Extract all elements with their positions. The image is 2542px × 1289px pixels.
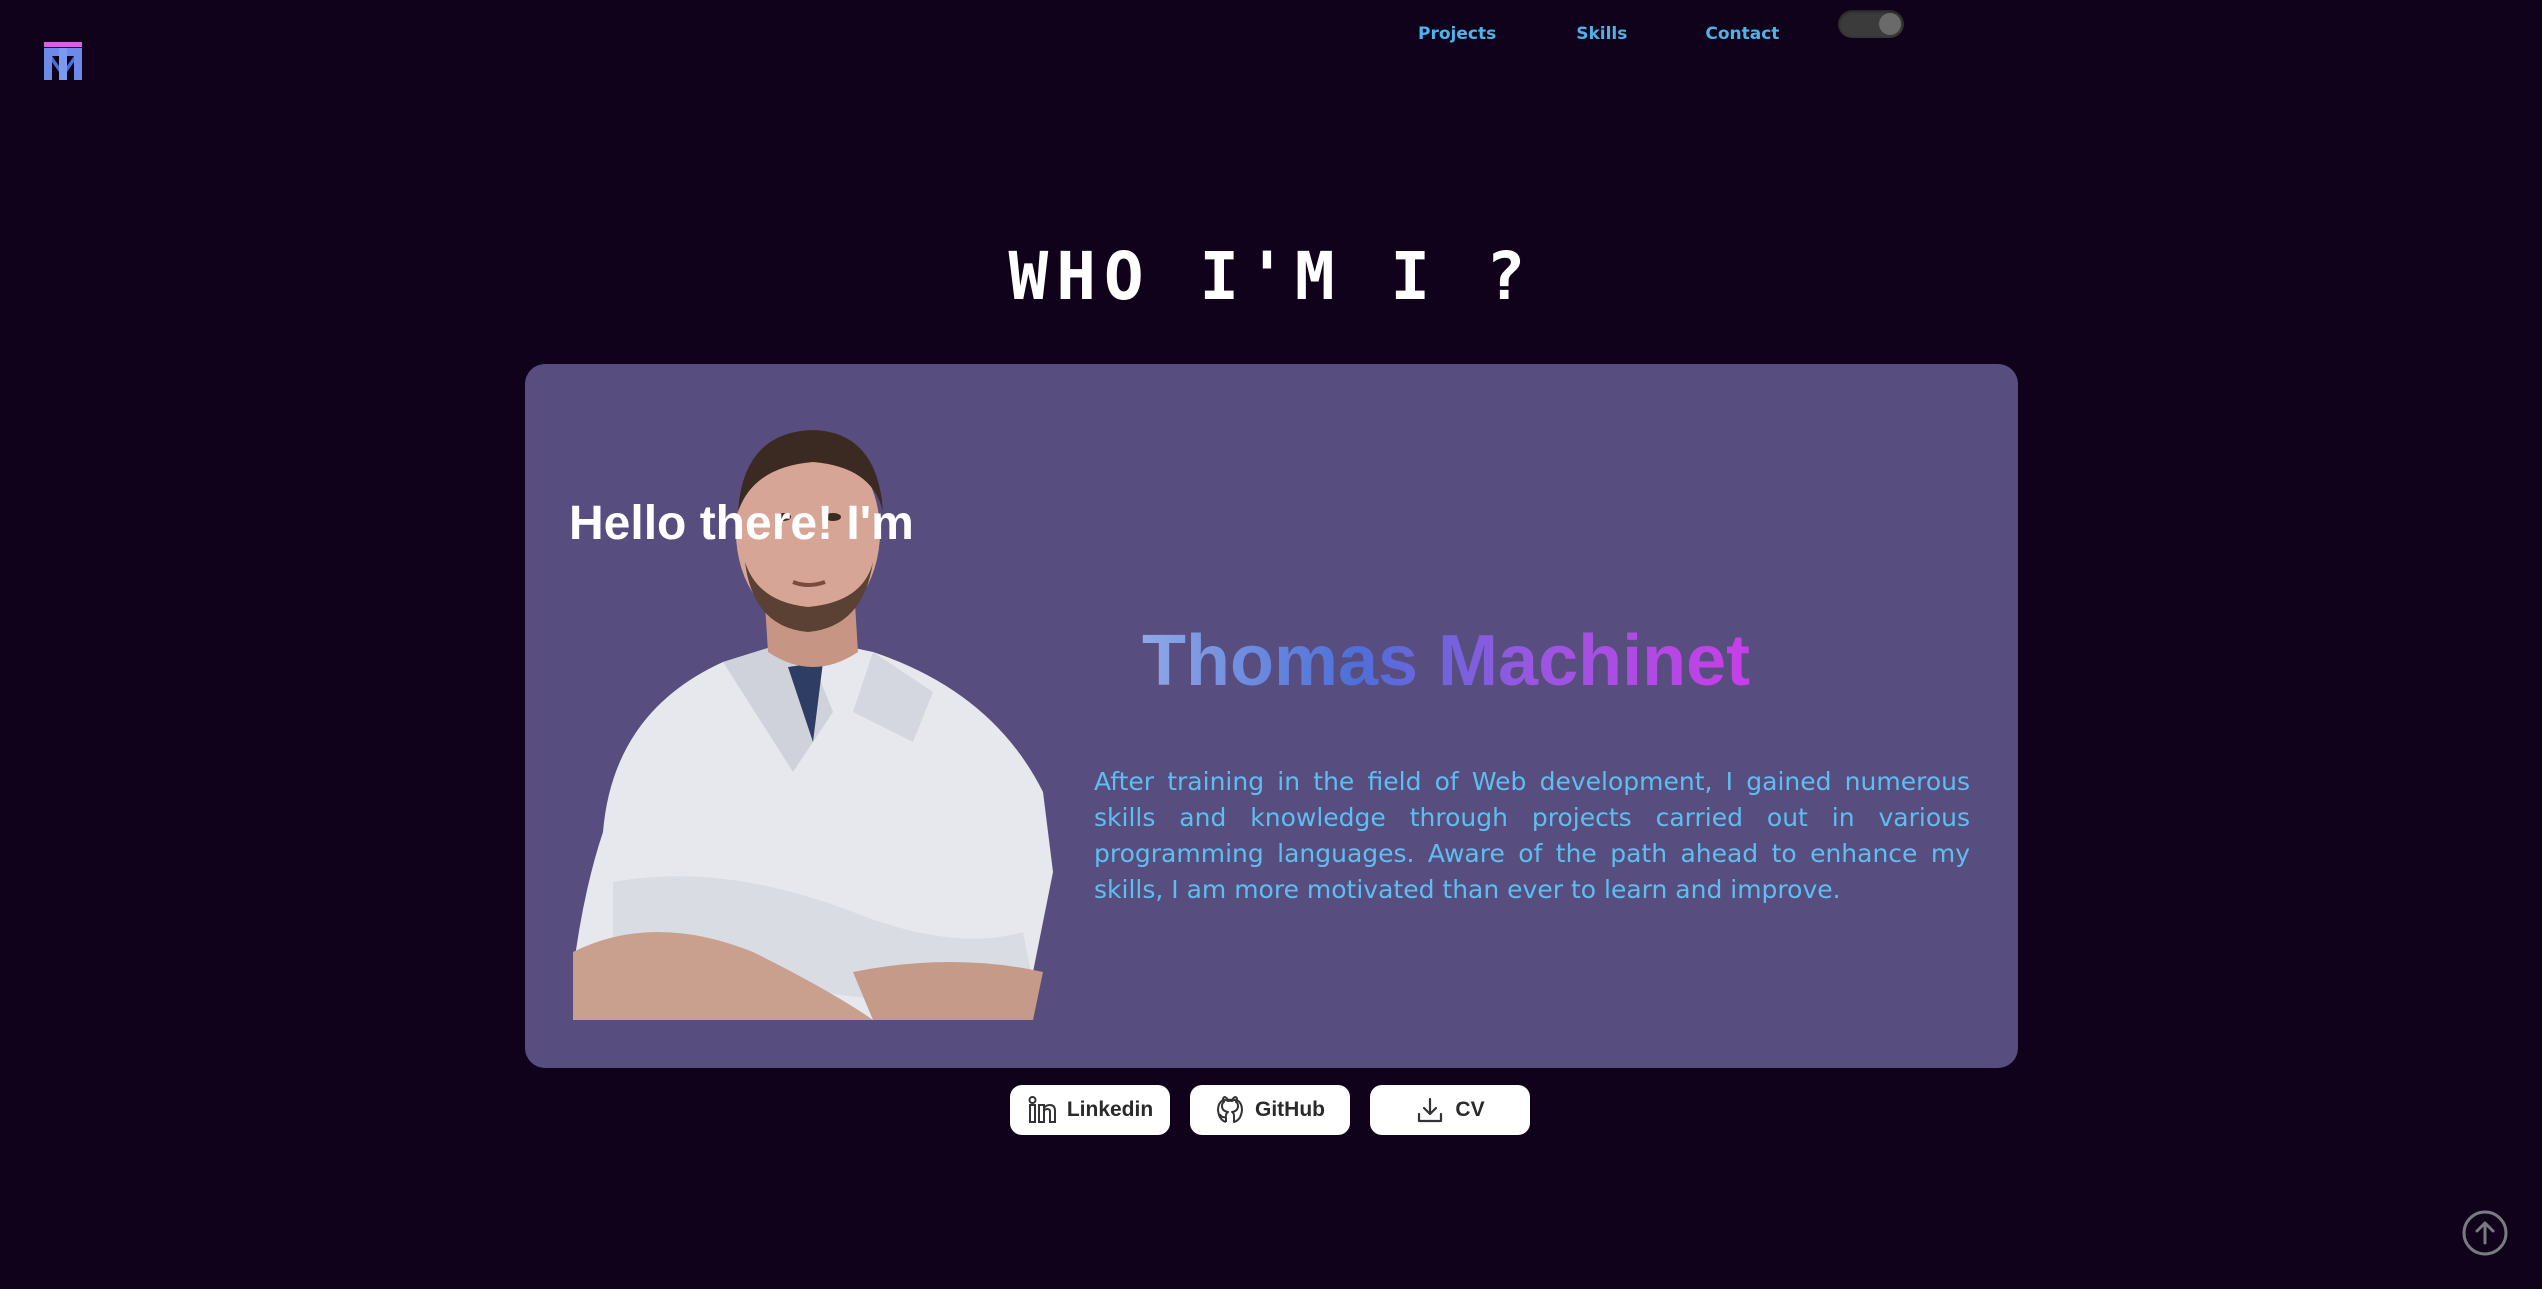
toggle-knob xyxy=(1879,13,1901,35)
social-links: Linkedin GitHub CV xyxy=(1010,1085,1550,1135)
main-nav: Projects Skills Contact xyxy=(1418,24,1859,44)
nav-contact-link[interactable]: Contact xyxy=(1705,24,1779,44)
cv-label: CV xyxy=(1455,1098,1485,1121)
greeting-heading: Hello there! I'm xyxy=(569,497,914,550)
cv-download-button[interactable]: CV xyxy=(1370,1085,1530,1135)
github-button[interactable]: GitHub xyxy=(1190,1085,1350,1135)
download-icon xyxy=(1418,1097,1443,1123)
linkedin-button[interactable]: Linkedin xyxy=(1010,1085,1170,1135)
linkedin-label: Linkedin xyxy=(1066,1098,1154,1121)
theme-toggle[interactable] xyxy=(1838,10,1904,38)
profile-name: Thomas Machinet xyxy=(1142,621,1751,701)
linkedin-icon xyxy=(1028,1096,1056,1123)
nav-projects-link[interactable]: Projects xyxy=(1418,24,1496,44)
section-title: WHO I'M I ? xyxy=(1008,238,1534,315)
nav-skills-link[interactable]: Skills xyxy=(1576,24,1627,44)
github-label: GitHub xyxy=(1255,1098,1325,1121)
about-card xyxy=(525,364,2018,1068)
profile-bio: After training in the field of Web devel… xyxy=(1094,767,1970,904)
arrow-up-icon xyxy=(2462,1210,2508,1256)
logo-icon[interactable] xyxy=(42,42,86,82)
scroll-to-top-button[interactable] xyxy=(2462,1210,2508,1256)
github-icon xyxy=(1217,1096,1243,1123)
